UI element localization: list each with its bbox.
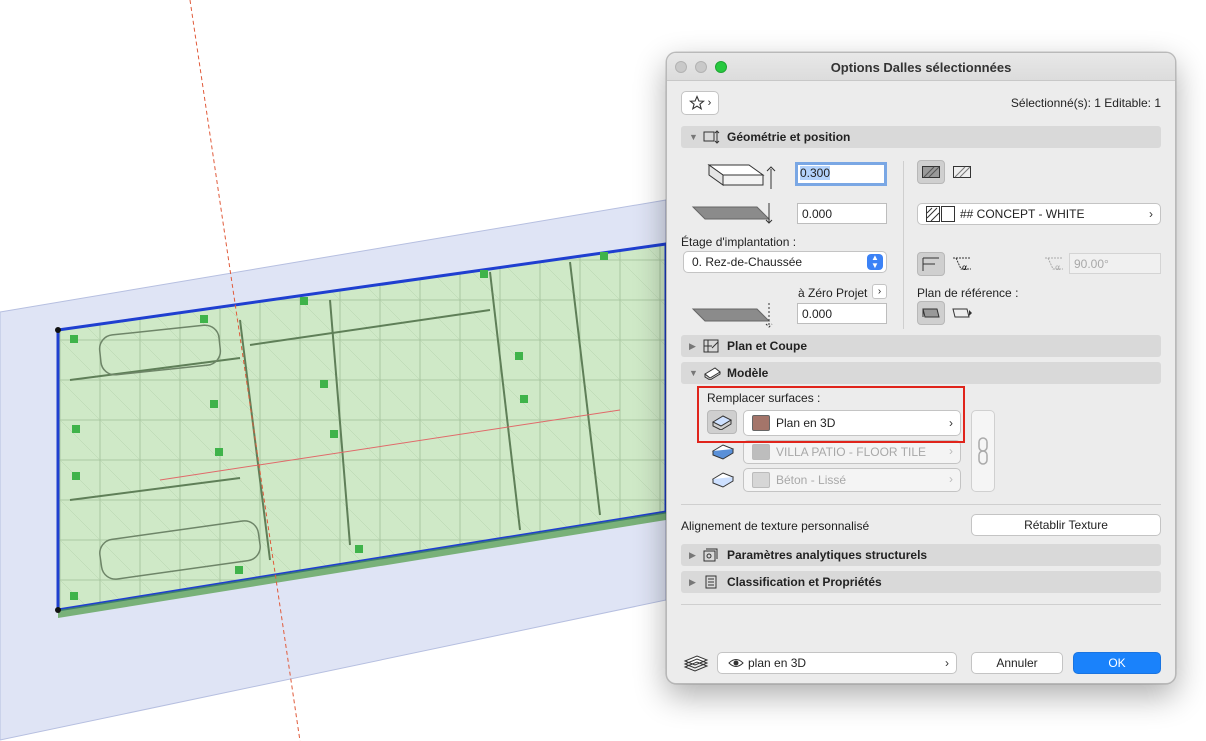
section-model[interactable]: ▼ Modèle <box>681 362 1161 384</box>
slab-offset-icon <box>691 203 773 224</box>
thickness-input[interactable]: 0.300 <box>795 162 887 186</box>
disclosure-open-icon: ▼ <box>689 132 698 142</box>
offset-input[interactable]: 0.000 <box>797 203 887 224</box>
slab-settings-dialog: Options Dalles sélectionnées › Sélection… <box>666 52 1176 684</box>
chain-link-icon <box>978 437 988 465</box>
floor-plan-icon <box>703 338 721 354</box>
bottom-surface-icon <box>711 472 735 488</box>
chevron-right-icon: › <box>949 444 953 458</box>
edge-vertical-icon <box>922 257 939 271</box>
story-value: 0. Rez-de-Chaussée <box>692 255 803 269</box>
structural-analytics-icon <box>703 547 721 563</box>
highlight-annotation <box>697 386 965 443</box>
svg-text:α: α <box>962 263 967 272</box>
edge-surface-icon <box>711 444 735 460</box>
surface-name: VILLA PATIO - FLOOR TILE <box>776 445 927 459</box>
star-icon <box>688 95 705 111</box>
edge-vertical-button[interactable] <box>917 252 945 276</box>
angle-input: 90.00° <box>1069 253 1161 274</box>
bottom-surface-select: Béton - Lissé › <box>743 468 961 492</box>
story-select[interactable]: 0. Rez-de-Chaussée ▲ ▼ <box>683 251 887 273</box>
edge-surface-button[interactable] <box>709 441 737 461</box>
geometry-icon <box>703 129 721 145</box>
disclosure-open-icon: ▼ <box>689 368 698 378</box>
hatch-outline-button[interactable] <box>950 162 974 182</box>
disclosure-closed-icon: ▶ <box>689 576 696 587</box>
section-structural-analytics[interactable]: ▶ Paramètres analytiques structurels <box>681 544 1161 566</box>
reference-top-icon <box>922 308 940 318</box>
model-icon <box>703 365 721 381</box>
layer-select[interactable]: plan en 3D › <box>717 652 957 674</box>
hatch-outline-icon <box>953 166 971 178</box>
cancel-button[interactable]: Annuler <box>971 652 1063 674</box>
reference-bottom-icon <box>952 308 972 318</box>
zero-project-label: à Zéro Projet <box>798 286 868 300</box>
surface-name: Béton - Lissé <box>776 473 847 487</box>
surface-swatch <box>752 444 770 460</box>
reference-plane-bottom-button[interactable] <box>950 303 974 323</box>
angle-disabled-icon: α <box>1043 254 1067 274</box>
section-label: Classification et Propriétés <box>727 575 882 589</box>
chevron-right-icon: › <box>707 97 712 109</box>
surface-swatch <box>752 472 770 488</box>
selection-info: Sélectionné(s): 1 Editable: 1 <box>1010 96 1161 110</box>
edge-angle-button[interactable]: α <box>950 254 974 274</box>
section-label: Plan et Coupe <box>727 339 808 353</box>
chevron-right-icon: › <box>949 472 953 486</box>
reset-texture-button[interactable]: Rétablir Texture <box>971 514 1161 536</box>
section-label: Paramètres analytiques structurels <box>727 548 928 562</box>
bottom-surface-button[interactable] <box>709 469 737 489</box>
favorites-button[interactable]: › <box>681 91 719 115</box>
zero-project-arrow[interactable]: › <box>872 284 887 299</box>
reference-plane-top-button[interactable] <box>917 301 945 325</box>
dialog-title: Options Dalles sélectionnées <box>830 60 1012 75</box>
material-value: ## CONCEPT - WHITE <box>960 207 1085 221</box>
svg-text:α: α <box>1055 263 1060 272</box>
section-label: Modèle <box>727 366 769 380</box>
edge-surface-select: VILLA PATIO - FLOOR TILE › <box>743 440 961 464</box>
zero-project-input[interactable]: 0.000 <box>797 303 887 324</box>
chevron-right-icon: › <box>1149 207 1153 221</box>
edge-angle-icon: α <box>953 257 971 272</box>
hatch-fill-button[interactable] <box>917 160 945 184</box>
classification-icon <box>703 574 721 590</box>
section-geometry[interactable]: ▼ Géométrie et position <box>681 126 1161 148</box>
hatch-fill-icon <box>922 166 940 178</box>
texture-alignment-label: Alignement de texture personnalisé <box>681 519 870 533</box>
section-label: Géométrie et position <box>727 130 851 144</box>
reference-plane-label: Plan de référence : <box>917 286 1019 300</box>
ok-button[interactable]: OK <box>1073 652 1161 674</box>
thickness-value: 0.300 <box>800 166 831 180</box>
link-surfaces-button[interactable] <box>971 410 995 492</box>
section-plan-coupe[interactable]: ▶ Plan et Coupe <box>681 335 1161 357</box>
chevron-right-icon: › <box>945 656 949 670</box>
disclosure-closed-icon: ▶ <box>689 549 696 560</box>
story-label: Étage d'implantation : <box>681 235 797 249</box>
building-material-select[interactable]: ## CONCEPT - WHITE › <box>917 203 1161 225</box>
disclosure-closed-icon: ▶ <box>689 340 696 351</box>
layer-icon <box>683 655 709 672</box>
layer-value: plan en 3D <box>748 656 807 670</box>
zero-project-icon <box>691 303 773 328</box>
title-bar[interactable]: Options Dalles sélectionnées <box>667 53 1175 81</box>
updown-stepper-icon: ▲ ▼ <box>867 254 883 270</box>
slab-thickness-icon <box>707 164 776 189</box>
material-icon <box>926 206 955 222</box>
eye-icon <box>728 659 744 667</box>
section-classification[interactable]: ▶ Classification et Propriétés <box>681 571 1161 593</box>
